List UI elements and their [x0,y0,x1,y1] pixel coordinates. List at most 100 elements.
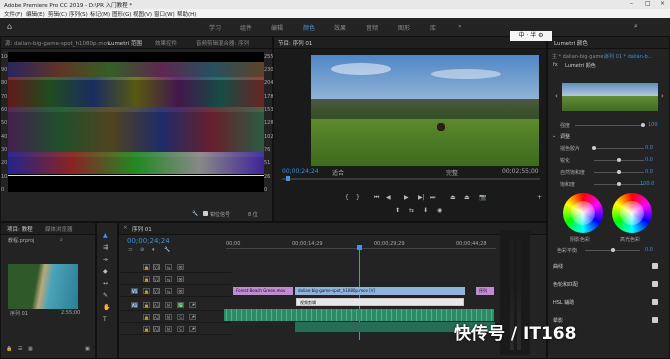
vibrance-value[interactable]: 0.0 [645,169,653,175]
v1-sync-icon[interactable]: ⇆ [165,288,172,294]
timeline-settings-icon[interactable]: 🔧 [164,247,170,253]
v1-eye-icon[interactable]: 👁 [177,288,184,294]
sharpen-knob[interactable] [617,158,621,162]
section-hsl-secondary[interactable]: HSL 辅助 [553,299,574,306]
workspace-effects[interactable]: 效果 [334,23,346,32]
lock-icon[interactable]: 🔒 [6,346,12,352]
workspace-learn[interactable]: 学习 [209,23,221,32]
v1-source-patch[interactable]: V1 [131,288,138,294]
section-color-wheels[interactable]: 色轮和匹配 [553,281,578,288]
export-frame-icon[interactable]: 📷 [479,194,486,201]
menu-help[interactable]: 帮助(H) [177,10,196,18]
hsl-secondary-checkbox[interactable] [652,299,658,305]
go-to-out-icon[interactable]: ⏭ [430,194,435,202]
a2-solo-button[interactable]: S [177,314,184,320]
mark-in-icon[interactable]: { [345,194,349,201]
play-icon[interactable]: ▶ [404,194,409,201]
razor-tool-icon[interactable]: ◆ [103,268,108,275]
a1-lock-icon[interactable]: 🔒 [143,302,150,308]
a3-track-label[interactable]: A3 [153,326,160,332]
lumetri-panel-title[interactable]: Lumetri 颜色 [554,39,588,47]
v3-lock-icon[interactable]: 🔒 [143,264,150,270]
type-tool-icon[interactable]: T [103,316,107,323]
menu-edit[interactable]: 编辑(E) [26,10,45,18]
track-select-tool-icon[interactable]: ⇶ [103,244,108,251]
strength-value[interactable]: 100 [648,122,658,128]
menu-clip[interactable]: 剪辑(C) [48,10,67,18]
button-editor-icon[interactable]: ⬆ [395,207,400,214]
shadow-tint-wheel[interactable] [563,193,603,233]
step-forward-icon[interactable]: ▶| [418,194,425,201]
add-marker-icon[interactable]: ▾ [152,247,155,253]
ripple-edit-tool-icon[interactable]: ⟛ [103,256,108,264]
hand-tool-icon[interactable]: ✋ [103,304,110,311]
close-tab-icon[interactable]: × [123,225,128,231]
workspace-libraries[interactable]: 库 [430,23,436,32]
ime-indicator[interactable]: 中 · 半 ⚙ [510,31,552,41]
a3-mute-button[interactable]: M [165,326,172,332]
saturation-knob[interactable] [617,182,621,186]
v2-eye-icon[interactable]: 👁 [177,276,184,282]
a1-solo-button[interactable]: S [177,302,184,308]
list-view-icon[interactable]: ☰ [18,346,22,352]
strength-slider[interactable] [575,125,643,126]
pen-tool-icon[interactable]: ✎ [103,292,108,299]
tint-balance-knob[interactable] [611,248,615,252]
workspace-color[interactable]: 颜色 [303,23,315,32]
menu-view[interactable]: 视图(V) [133,10,152,18]
strength-knob[interactable] [641,123,645,127]
tab-program-monitor[interactable]: 节目: 序列 01 [278,39,312,47]
tab-lumetri-scopes[interactable]: Lumetri 范围 [108,39,142,47]
fit-select[interactable]: 适合 [332,168,344,177]
v3-eye-icon[interactable]: 👁 [177,264,184,270]
a1-track-label[interactable]: A1 [153,302,160,308]
project-item-thumbnail[interactable] [8,264,78,309]
minimize-button[interactable]: – [630,0,633,7]
faded-film-knob[interactable] [592,146,596,150]
lumetri-tab-master[interactable]: 主 * dalian-big-game... [552,53,608,60]
program-scrub-bar[interactable] [282,178,540,180]
workspace-graphics[interactable]: 图形 [398,23,410,32]
close-button[interactable]: × [660,0,665,7]
color-wheels-checkbox[interactable] [652,281,658,287]
workspace-more-icon[interactable]: » [458,23,462,30]
icon-view-icon[interactable]: ▦ [28,346,33,352]
quality-select[interactable]: 完整 [446,168,458,177]
a2-lock-icon[interactable]: 🔒 [143,314,150,320]
menu-graphics[interactable]: 图形(G) [112,10,132,18]
menu-file[interactable]: 文件(F) [4,10,22,18]
tab-effect-controls[interactable]: 效果控件 [155,39,177,47]
v1-tail-clip[interactable]: 序列 [476,287,494,295]
workspace-assembly[interactable]: 组件 [240,23,252,32]
slip-tool-icon[interactable]: ↔ [103,280,108,287]
faded-film-slider[interactable] [594,148,644,149]
workspace-audio[interactable]: 音频 [366,23,378,32]
a1-mic-icon[interactable]: 🎤 [189,302,196,308]
v1-track-label[interactable]: V1 [153,288,160,294]
wrench-icon[interactable]: 🔧 [192,211,198,217]
program-playhead[interactable] [286,176,290,181]
menu-marker[interactable]: 标记(M) [90,10,110,18]
tab-audio-clip-mixer[interactable]: 音频剪辑混合器: 序列 [196,39,249,47]
vibrance-knob[interactable] [617,170,621,174]
snap-icon[interactable]: ⊃ [128,247,132,253]
tab-project[interactable]: 项目: 教程 [7,225,33,233]
v2-clip[interactable]: Forest Beach Green.mov [233,287,293,295]
safe-margins-icon[interactable]: ⇆ [409,207,414,214]
v3-sync-icon[interactable]: ⇆ [165,264,172,270]
project-item-name[interactable]: 序列 01 [10,310,28,317]
v1-clip[interactable]: dalian-big-game-spot_h1080p.mov [V] [295,287,465,295]
program-timecode[interactable]: 00;00;24;24 [282,168,319,175]
a3-lock-icon[interactable]: 🔒 [143,326,150,332]
step-back-icon[interactable]: ◀ [386,194,391,201]
faded-film-value[interactable]: 0.0 [645,145,653,151]
overlay-clip[interactable]: 视频剪辑 [296,298,464,306]
add-button-icon[interactable]: + [537,194,542,201]
a2-mute-button[interactable]: M [165,314,172,320]
v1-lock-icon[interactable]: 🔒 [143,288,150,294]
vignette-checkbox[interactable] [652,317,658,323]
preview-next-icon[interactable]: › [661,92,664,100]
selection-tool-icon[interactable]: ▲ [103,232,108,239]
adjust-section-title[interactable]: 调整 [560,133,570,140]
toggle-proxies-icon[interactable]: ⬇ [423,207,428,214]
